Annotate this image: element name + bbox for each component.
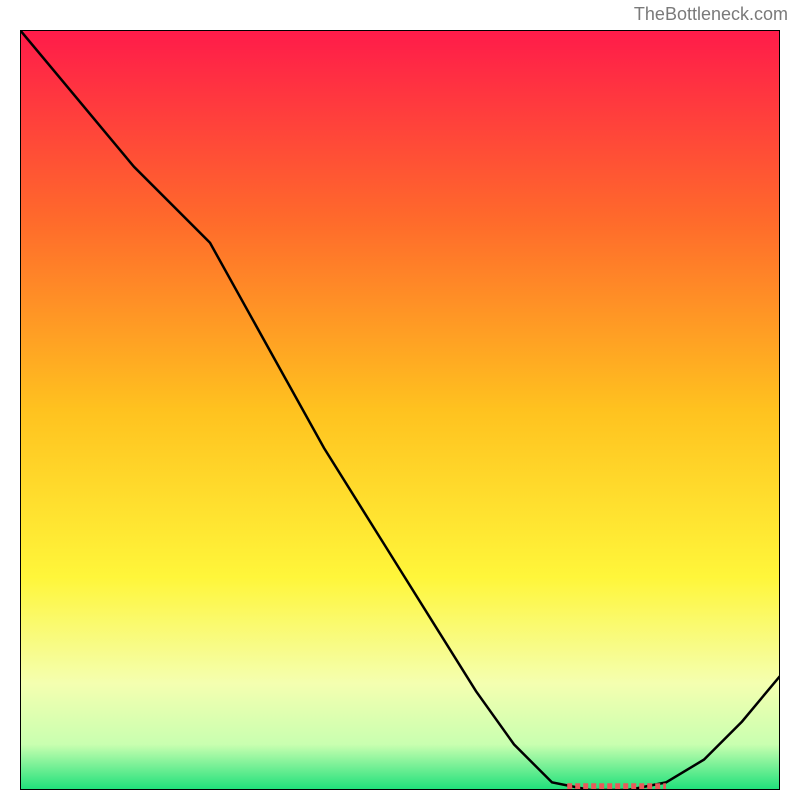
chart-background (20, 30, 780, 790)
chart-plot-area (20, 30, 780, 790)
chart-svg (20, 30, 780, 790)
watermark-text: TheBottleneck.com (634, 4, 788, 25)
